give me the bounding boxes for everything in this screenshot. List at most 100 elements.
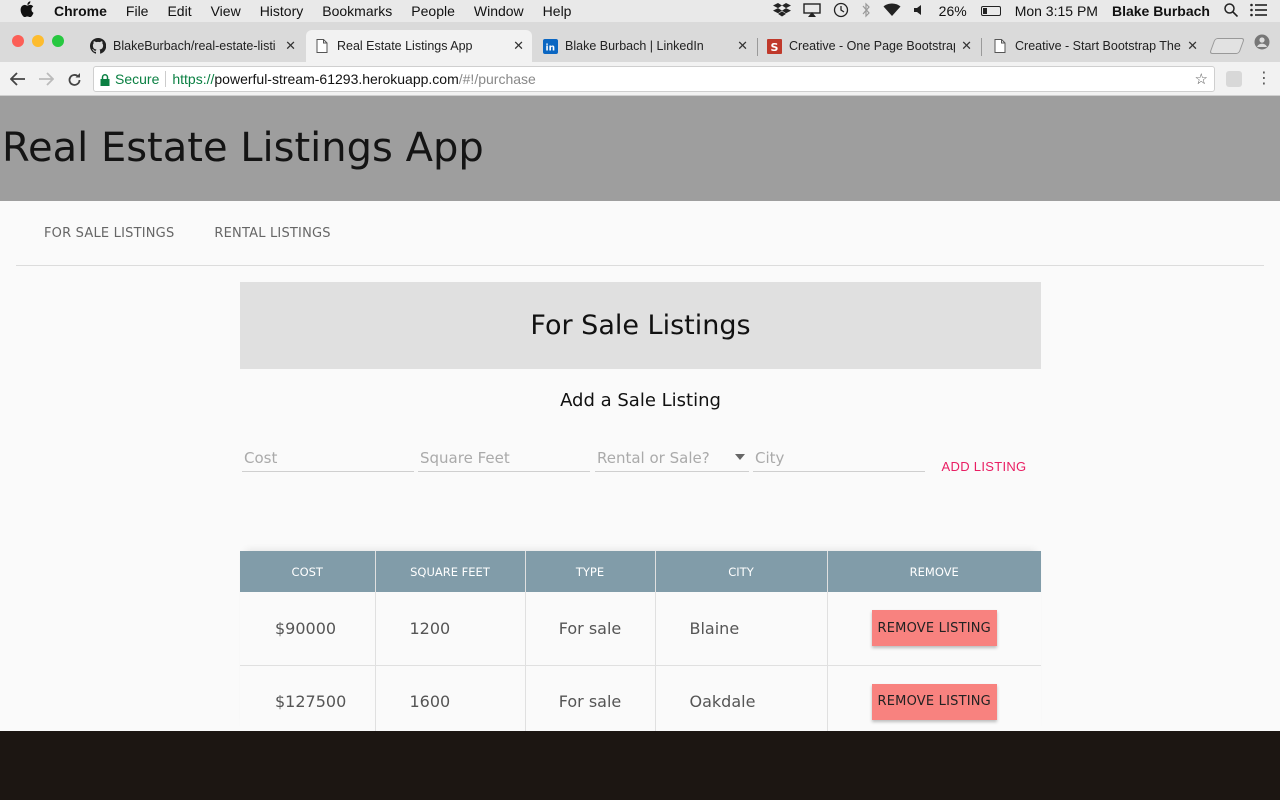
- volume-icon[interactable]: [913, 3, 927, 20]
- tab-close-icon[interactable]: ✕: [285, 38, 296, 54]
- menu-user[interactable]: Blake Burbach: [1112, 3, 1210, 19]
- remove-listing-button[interactable]: REMOVE LISTING: [871, 610, 997, 647]
- menu-file[interactable]: File: [126, 3, 149, 19]
- tab-creative-one-page[interactable]: S Creative - One Page Bootstrap ✕: [758, 30, 980, 62]
- dropbox-icon[interactable]: [772, 2, 791, 20]
- tab-label: Creative - Start Bootstrap The: [1015, 39, 1181, 53]
- secure-label: Secure: [115, 71, 160, 87]
- cell-square-feet: 1200: [375, 592, 526, 666]
- desktop-background: [0, 731, 1280, 800]
- cell-cost: $127500: [240, 665, 376, 731]
- cell-city: Oakdale: [655, 665, 828, 731]
- profile-icon[interactable]: [1254, 34, 1270, 50]
- tab-close-icon[interactable]: ✕: [513, 38, 524, 54]
- url-scheme: https://: [172, 71, 215, 87]
- form-title: Add a Sale Listing: [560, 390, 721, 411]
- cell-remove: REMOVE LISTING: [827, 592, 1041, 666]
- column-header-square-feet[interactable]: SQUARE FEET: [375, 551, 526, 592]
- page-icon: [992, 38, 1008, 54]
- table-row: $90000 1200 For sale Blaine REMOVE LISTI…: [240, 592, 1041, 666]
- cell-cost: $90000: [240, 592, 376, 666]
- nav-for-sale-listings[interactable]: FOR SALE LISTINGS: [44, 226, 174, 241]
- url-path: /#!/purchase: [458, 71, 536, 87]
- new-tab-button[interactable]: [1209, 38, 1245, 54]
- address-bar[interactable]: Secure https://powerful-stream-61293.her…: [93, 66, 1215, 92]
- page-icon: [314, 38, 330, 54]
- spotlight-search-icon[interactable]: [1224, 2, 1239, 20]
- wifi-icon[interactable]: [883, 3, 901, 20]
- menu-bookmarks[interactable]: Bookmarks: [322, 3, 392, 19]
- column-header-cost[interactable]: COST: [240, 551, 376, 592]
- tab-label: BlakeBurbach/real-estate-listi: [113, 39, 276, 53]
- nav-rental-listings[interactable]: RENTAL LISTINGS: [214, 226, 330, 241]
- bluetooth-icon[interactable]: [861, 2, 871, 21]
- listings-table-wrapper: COST SQUARE FEET TYPE CITY REMOVE $90000…: [240, 551, 1041, 731]
- time-machine-icon[interactable]: [833, 2, 849, 21]
- column-header-type[interactable]: TYPE: [525, 551, 656, 592]
- add-listing-button[interactable]: ADD LISTING: [934, 454, 1034, 478]
- cell-type: For sale: [525, 665, 656, 731]
- cell-city: Blaine: [655, 592, 828, 666]
- remove-listing-button[interactable]: REMOVE LISTING: [871, 683, 997, 720]
- menu-clock[interactable]: Mon 3:15 PM: [1015, 3, 1098, 19]
- square-feet-input[interactable]: [418, 444, 590, 472]
- linkedin-icon: in: [542, 38, 558, 54]
- menu-window[interactable]: Window: [474, 3, 524, 19]
- menu-people[interactable]: People: [411, 3, 455, 19]
- bookmark-star-icon[interactable]: ☆: [1195, 70, 1208, 88]
- cell-type: For sale: [525, 592, 656, 666]
- tab-label: Creative - One Page Bootstrap: [789, 39, 956, 53]
- reload-icon[interactable]: [63, 68, 85, 90]
- tab-close-icon[interactable]: ✕: [961, 38, 972, 54]
- select-placeholder: Rental or Sale?: [597, 448, 710, 467]
- airplay-icon[interactable]: [802, 2, 821, 20]
- tab-label: Real Estate Listings App: [337, 39, 473, 53]
- rental-or-sale-select[interactable]: Rental or Sale?: [595, 444, 749, 472]
- listings-table: COST SQUARE FEET TYPE CITY REMOVE $90000…: [240, 551, 1041, 731]
- window-minimize-button[interactable]: [32, 35, 44, 47]
- github-icon: [90, 38, 106, 54]
- column-header-remove[interactable]: REMOVE: [827, 551, 1041, 592]
- tab-label: Blake Burbach | LinkedIn: [565, 39, 704, 53]
- cost-input[interactable]: [242, 444, 414, 472]
- lock-icon: [100, 73, 110, 86]
- url-host: powerful-stream-61293.herokuapp.com: [214, 71, 459, 87]
- tab-separator: [981, 38, 982, 56]
- battery-icon[interactable]: [980, 6, 1001, 16]
- tab-creative-start-bootstrap[interactable]: Creative - Start Bootstrap The ✕: [984, 30, 1206, 62]
- table-header-row: COST SQUARE FEET TYPE CITY REMOVE: [240, 551, 1041, 592]
- section-title: For Sale Listings: [530, 310, 751, 341]
- forward-arrow-icon[interactable]: [35, 68, 57, 90]
- omnibox-divider: [165, 71, 167, 87]
- svg-text:S: S: [770, 41, 778, 54]
- menu-edit[interactable]: Edit: [167, 3, 191, 19]
- browser-menu-icon[interactable]: ⋮: [1256, 68, 1272, 87]
- tab-close-icon[interactable]: ✕: [1187, 38, 1198, 54]
- column-header-city[interactable]: CITY: [655, 551, 828, 592]
- menu-help[interactable]: Help: [543, 3, 572, 19]
- tab-real-estate-app[interactable]: Real Estate Listings App ✕: [306, 30, 532, 62]
- listing-nav: FOR SALE LISTINGS RENTAL LISTINGS: [16, 201, 1264, 266]
- dropdown-caret-icon: [735, 454, 745, 460]
- app-menu-chrome[interactable]: Chrome: [54, 3, 107, 19]
- extension-icon[interactable]: [1226, 71, 1242, 87]
- browser-tab-strip: BlakeBurbach/real-estate-listi ✕ Real Es…: [0, 22, 1280, 62]
- city-input[interactable]: [753, 444, 925, 472]
- tab-close-icon[interactable]: ✕: [737, 38, 748, 54]
- menu-view[interactable]: View: [211, 3, 241, 19]
- back-arrow-icon[interactable]: [7, 68, 29, 90]
- window-zoom-button[interactable]: [52, 35, 64, 47]
- menu-history[interactable]: History: [260, 3, 304, 19]
- listings-content: For Sale Listings Add a Sale Listing Ren…: [240, 282, 1041, 731]
- tab-github-repo[interactable]: BlakeBurbach/real-estate-listi ✕: [82, 30, 304, 62]
- section-header: For Sale Listings: [240, 282, 1041, 369]
- add-listing-form: Rental or Sale? ADD LISTING: [240, 444, 1041, 534]
- table-row: $127500 1600 For sale Oakdale REMOVE LIS…: [240, 665, 1041, 731]
- tab-linkedin[interactable]: in Blake Burbach | LinkedIn ✕: [534, 30, 756, 62]
- s-logo-icon: S: [766, 38, 782, 54]
- apple-menu-icon[interactable]: [20, 1, 38, 21]
- macos-menu-bar: Chrome File Edit View History Bookmarks …: [0, 0, 1280, 22]
- notification-center-icon[interactable]: [1250, 3, 1268, 20]
- window-close-button[interactable]: [12, 35, 24, 47]
- battery-percent[interactable]: 26%: [939, 3, 967, 19]
